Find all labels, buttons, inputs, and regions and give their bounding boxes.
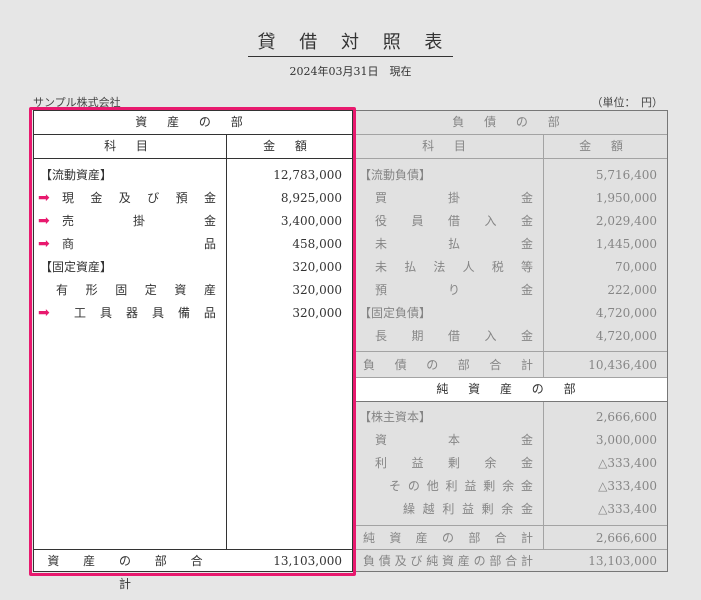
- assets-row-label: 現金及び預金: [62, 191, 216, 205]
- liabilities-row: 【固定負債】 4,720,000: [359, 306, 657, 320]
- document-date: 2024年03月31日 現在: [289, 65, 412, 78]
- liabilities-col-item: 科 目: [422, 139, 474, 153]
- arrow-right-icon: ➡: [38, 305, 50, 321]
- liabilities-row: 長期借入金 4,720,000: [375, 329, 657, 343]
- assets-row: ➡ 現金及び預金 8,925,000: [34, 187, 352, 210]
- liabilities-row: 買掛金 1,950,000: [375, 191, 657, 205]
- unit-label: （単位： 円）: [591, 96, 664, 109]
- net-assets-row: その他利益剰余金 △333,400: [389, 479, 657, 493]
- net-assets-row: 【株主資本】 2,666,600: [359, 410, 657, 424]
- arrow-right-icon: ➡: [38, 236, 50, 252]
- net-assets-row: 繰越利益剰余金 △333,400: [403, 502, 657, 516]
- liabilities-row: 役員借入金 2,029,400: [375, 214, 657, 228]
- net-assets-row: 資本金 3,000,000: [375, 433, 657, 447]
- assets-row: ➡ 工具器具備品 320,000: [34, 302, 352, 325]
- assets-total-row: 資 産 の 部 合 計 13,103,000: [47, 554, 342, 591]
- assets-row-label: 有形固定資産: [56, 283, 216, 297]
- company-name: サンプル株式会社: [33, 96, 121, 109]
- assets-row-label: 工具器具備品: [74, 306, 216, 320]
- assets-row: ➡ 商品 458,000: [34, 233, 352, 256]
- net-assets-section-title: 純 資 産 の 部: [353, 378, 667, 401]
- liabilities-row: 【流動負債】 5,716,400: [359, 168, 657, 182]
- arrow-right-icon: ➡: [38, 213, 50, 229]
- net-assets-row: 利益剰余金 △333,400: [375, 456, 657, 470]
- assets-row-label: 商品: [62, 237, 216, 251]
- arrow-right-icon: ➡: [38, 190, 50, 206]
- liabilities-row: 未払金 1,445,000: [375, 237, 657, 251]
- assets-row: 【固定資産】 320,000: [40, 260, 342, 274]
- assets-section-title: 資 産 の 部: [135, 115, 251, 129]
- liabilities-col-amount: 金 額: [579, 139, 631, 153]
- assets-col-item: 科 目: [104, 139, 156, 153]
- assets-row: 【流動資産】 12,783,000: [40, 168, 342, 182]
- liabilities-row: 預り金 222,000: [375, 283, 657, 297]
- assets-row: ➡ 売掛金 3,400,000: [34, 210, 352, 233]
- assets-section: 資 産 の 部 科 目 金 額 【流動資産】 12,783,000 ➡ 現金及び…: [33, 110, 353, 591]
- liabilities-section: 負 債 の 部 科 目 金 額 【流動負債】 5,716,400 買掛金 1,9…: [353, 110, 668, 572]
- grand-total-row: 負債及び純資産の部合計 13,103,000: [363, 554, 657, 568]
- net-assets-total-row: 純資産の部合計 2,666,600: [363, 531, 657, 545]
- document-title: 貸 借 対 照 表: [0, 28, 701, 57]
- assets-col-amount: 金 額: [263, 139, 315, 153]
- liabilities-section-title: 負 債 の 部: [452, 115, 568, 129]
- liabilities-total-row: 負債の部合計 10,436,400: [363, 358, 657, 372]
- assets-row: 有形固定資産 320,000: [34, 279, 352, 302]
- assets-row-label: 売掛金: [62, 214, 216, 228]
- liabilities-row: 未払法人税等 70,000: [375, 260, 657, 274]
